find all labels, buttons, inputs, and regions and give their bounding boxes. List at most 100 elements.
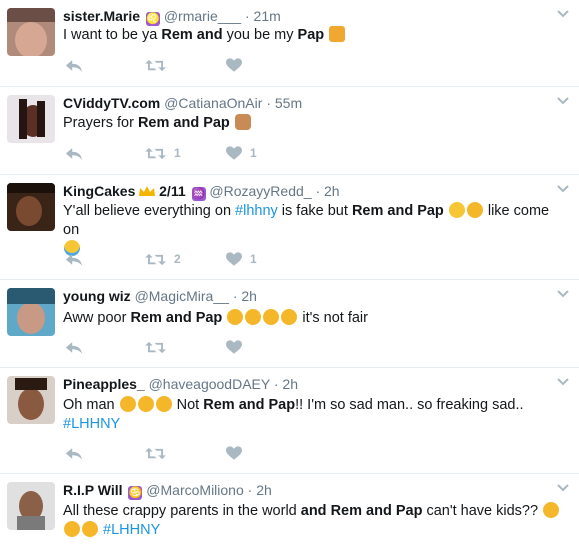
avatar[interactable] bbox=[7, 183, 55, 231]
reply-icon bbox=[65, 252, 83, 267]
reply-button[interactable] bbox=[65, 338, 83, 356]
avatar[interactable] bbox=[7, 482, 55, 530]
reply-button[interactable] bbox=[65, 444, 83, 462]
weary-face-emoji-icon bbox=[137, 396, 154, 412]
like-button[interactable]: 1 bbox=[226, 250, 257, 268]
separator-dot: · bbox=[244, 8, 250, 24]
chevron-down-icon[interactable] bbox=[556, 7, 570, 21]
heart-icon bbox=[226, 252, 242, 267]
tweet-text: Oh man Not Rem and Pap!! I'm so sad man.… bbox=[63, 396, 524, 432]
user-handle[interactable]: @CatianaOnAir bbox=[164, 95, 262, 111]
retweet-icon bbox=[145, 58, 166, 73]
heart-icon bbox=[226, 58, 242, 73]
timestamp[interactable]: 2h bbox=[282, 376, 298, 392]
user-handle[interactable]: @haveagoodDAEY bbox=[149, 376, 270, 392]
timestamp[interactable]: 21m bbox=[254, 8, 281, 24]
separator-dot: · bbox=[247, 482, 253, 498]
retweet-icon bbox=[145, 340, 166, 355]
angry-face-emoji-icon bbox=[64, 521, 80, 537]
like-button[interactable] bbox=[226, 338, 250, 356]
like-button[interactable] bbox=[226, 444, 250, 462]
reply-icon bbox=[65, 446, 83, 461]
heart-icon bbox=[226, 446, 242, 461]
angry-face-emoji-icon bbox=[543, 502, 560, 518]
chevron-down-icon[interactable] bbox=[556, 481, 570, 495]
tweet-6[interactable]: R.I.P Will ♋ @MarcoMiliono · 2h All thes… bbox=[0, 474, 579, 553]
separator-dot: · bbox=[315, 183, 321, 199]
tweet-4[interactable]: young wiz @MagicMira__ · 2h Aww poor Rem… bbox=[0, 280, 579, 368]
tweet-header: KingCakes 2/11 ♒ @RozayyRedd_ · 2h bbox=[63, 182, 549, 201]
weary-face-emoji-icon bbox=[281, 309, 298, 325]
heart-icon bbox=[226, 146, 242, 161]
weary-face-emoji-icon bbox=[119, 396, 136, 412]
reply-button[interactable] bbox=[65, 56, 83, 74]
display-name[interactable]: sister.Marie bbox=[63, 8, 140, 24]
display-name[interactable]: Pineapples_ bbox=[63, 376, 145, 392]
tweet-header: CViddyTV.com @CatianaOnAir · 55m bbox=[63, 94, 549, 112]
reply-button[interactable] bbox=[65, 144, 83, 162]
eye-roll-emoji-icon bbox=[448, 202, 465, 218]
zodiac-badge-icon: ♒ bbox=[191, 187, 206, 201]
tweet-text: I want to be ya Rem and you be my Pap bbox=[63, 26, 567, 45]
thinking-emoji-icon bbox=[466, 202, 483, 218]
like-button[interactable]: 1 bbox=[226, 144, 257, 162]
user-handle[interactable]: @rmarie___ bbox=[164, 8, 241, 24]
timestamp[interactable]: 2h bbox=[256, 482, 272, 498]
separator-dot: · bbox=[273, 376, 279, 392]
retweet-button[interactable]: 2 bbox=[145, 250, 181, 268]
like-count: 1 bbox=[250, 146, 257, 160]
timestamp[interactable]: 2h bbox=[241, 288, 257, 304]
reply-icon bbox=[65, 340, 83, 355]
chevron-down-icon[interactable] bbox=[556, 375, 570, 389]
retweet-button[interactable]: 1 bbox=[145, 144, 181, 162]
avatar[interactable] bbox=[7, 288, 55, 336]
display-name[interactable]: R.I.P Will bbox=[63, 482, 123, 498]
weary-face-emoji-icon bbox=[227, 309, 244, 325]
hashtag-link[interactable]: #LHHNY bbox=[103, 522, 160, 538]
user-handle[interactable]: @RozayyRedd_ bbox=[209, 183, 311, 199]
tweet-1[interactable]: sister.Marie ♌ @rmarie___ · 21m I want t… bbox=[0, 0, 579, 87]
display-name-suffix: 2/11 bbox=[159, 183, 186, 199]
hashtag-link[interactable]: #lhhny bbox=[235, 203, 278, 219]
retweet-count: 1 bbox=[174, 146, 181, 160]
chevron-down-icon[interactable] bbox=[556, 94, 570, 108]
avatar[interactable] bbox=[7, 8, 55, 56]
retweet-button[interactable] bbox=[145, 56, 174, 74]
like-count: 1 bbox=[250, 252, 257, 266]
praying-hands-emoji-icon bbox=[234, 114, 251, 130]
tweet-5[interactable]: Pineapples_ @haveagoodDAEY · 2h Oh man N… bbox=[0, 368, 579, 474]
zodiac-badge-icon: ♌ bbox=[145, 12, 160, 26]
retweet-count: 2 bbox=[174, 252, 181, 266]
tweet-2[interactable]: CViddyTV.com @CatianaOnAir · 55m Prayers… bbox=[0, 87, 579, 175]
reply-icon bbox=[65, 58, 83, 73]
separator-dot: · bbox=[232, 288, 238, 304]
tweet-text: Aww poor Rem and Pap it's not fair bbox=[63, 309, 368, 326]
timestamp[interactable]: 2h bbox=[324, 183, 340, 199]
avatar[interactable] bbox=[7, 95, 55, 143]
tweet-text: All these crappy parents in the world an… bbox=[63, 502, 567, 540]
chevron-down-icon[interactable] bbox=[556, 182, 570, 196]
reply-button[interactable] bbox=[65, 250, 83, 268]
weary-face-emoji-icon bbox=[245, 309, 262, 325]
tweet-header: young wiz @MagicMira__ · 2h bbox=[63, 287, 549, 305]
display-name[interactable]: KingCakes bbox=[63, 183, 135, 199]
retweet-button[interactable] bbox=[145, 338, 174, 356]
like-button[interactable] bbox=[226, 56, 250, 74]
display-name[interactable]: CViddyTV.com bbox=[63, 95, 160, 111]
chevron-down-icon[interactable] bbox=[556, 287, 570, 301]
avatar[interactable] bbox=[7, 376, 55, 424]
retweet-icon bbox=[145, 146, 166, 161]
user-handle[interactable]: @MarcoMiliono bbox=[146, 482, 243, 498]
display-name[interactable]: young wiz bbox=[63, 288, 131, 304]
reply-icon bbox=[65, 146, 83, 161]
tweet-3[interactable]: KingCakes 2/11 ♒ @RozayyRedd_ · 2h Y'all… bbox=[0, 175, 579, 280]
zodiac-badge-icon: ♋ bbox=[128, 486, 143, 500]
weary-face-emoji-icon bbox=[263, 309, 280, 325]
user-handle[interactable]: @MagicMira__ bbox=[135, 288, 229, 304]
retweet-button[interactable] bbox=[145, 444, 174, 462]
timestamp[interactable]: 55m bbox=[275, 95, 302, 111]
heart-icon bbox=[226, 340, 242, 355]
retweet-icon bbox=[145, 252, 166, 267]
tweet-text: Y'all believe everything on #lhhny is fa… bbox=[63, 202, 567, 259]
hashtag-link[interactable]: #LHHNY bbox=[63, 416, 120, 432]
